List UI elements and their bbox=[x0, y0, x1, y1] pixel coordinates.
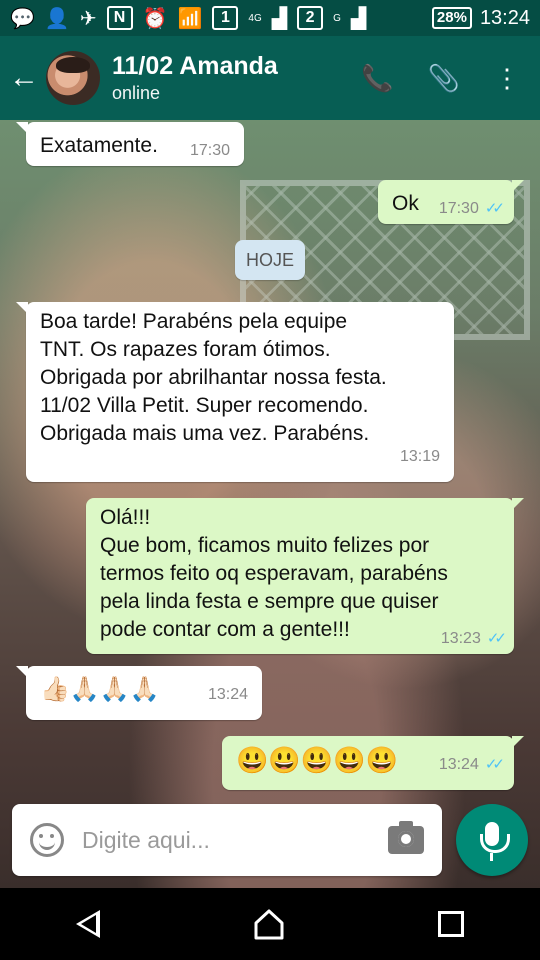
more-vert-icon[interactable]: ⋮ bbox=[494, 63, 520, 94]
camera-icon[interactable] bbox=[388, 821, 424, 854]
message-time: 13:24 bbox=[207, 686, 248, 703]
message-composer bbox=[12, 804, 442, 876]
mic-button[interactable] bbox=[456, 804, 528, 876]
message-text: Boa tarde! Parabéns pela equipe TNT. Os … bbox=[40, 310, 387, 445]
message-time: 17:30 bbox=[189, 142, 230, 159]
message-outgoing[interactable]: 17:30 ✓✓ Ok bbox=[378, 180, 524, 224]
wifi-icon: 📶 bbox=[177, 7, 203, 30]
message-text: Ok bbox=[392, 192, 419, 215]
sim1-network-label: 4G bbox=[248, 12, 262, 24]
clock: 13:24 bbox=[479, 6, 530, 29]
paperclip-icon[interactable]: 📎 bbox=[428, 63, 460, 94]
nav-home-icon[interactable] bbox=[252, 907, 286, 941]
sim1-badge: 1 bbox=[212, 6, 239, 30]
signal-icon-2: ▟ bbox=[350, 7, 367, 30]
message-time: 17:30 bbox=[438, 200, 479, 217]
notification-icons: 💬 👤 ✈ N ⏰ 📶 1 4G ▟ 2 G ▟ bbox=[10, 6, 366, 31]
signal-icon: ▟ bbox=[271, 7, 288, 30]
airplane-icon: ✈ bbox=[79, 7, 97, 30]
sim2-network-label: G bbox=[333, 12, 341, 24]
date-divider: HOJE bbox=[235, 240, 305, 280]
contact-info[interactable]: 11/02 Amanda online bbox=[112, 51, 361, 105]
chat-area[interactable]: 17:30 Exatamente. 17:30 ✓✓ Ok HOJE Boa ta… bbox=[0, 120, 540, 888]
back-arrow-icon[interactable]: ← bbox=[2, 61, 46, 95]
battery-indicator: 28% bbox=[431, 7, 472, 29]
message-input[interactable] bbox=[82, 826, 388, 854]
contact-status: online bbox=[112, 83, 161, 103]
phone-icon[interactable]: 📞 bbox=[361, 63, 393, 94]
message-emoji: 👍🏻🙏🏻🙏🏻🙏🏻 bbox=[40, 676, 160, 703]
add-user-notification-icon: 👤 bbox=[44, 7, 70, 30]
nav-back-icon[interactable] bbox=[76, 910, 100, 938]
status-bar: 💬 👤 ✈ N ⏰ 📶 1 4G ▟ 2 G ▟ 28% 13:24 bbox=[0, 0, 540, 36]
message-time: 13:23 bbox=[440, 630, 481, 647]
nfc-icon: N bbox=[106, 6, 133, 30]
contact-name: 11/02 Amanda bbox=[112, 52, 278, 80]
avatar[interactable] bbox=[46, 51, 100, 105]
message-meta: 13:23 ✓✓ bbox=[440, 630, 507, 648]
message-time: 13:24 bbox=[438, 756, 479, 773]
message-incoming[interactable]: 17:30 Exatamente. bbox=[16, 122, 244, 166]
message-time: 13:19 bbox=[399, 448, 440, 465]
sim2-badge: 2 bbox=[297, 6, 324, 30]
alarm-icon: ⏰ bbox=[142, 7, 168, 30]
message-emoji: 😃😃😃😃😃 bbox=[236, 745, 398, 775]
read-ticks-icon: ✓✓ bbox=[486, 630, 507, 647]
chat-notification-icon: 💬 bbox=[10, 7, 35, 30]
nav-recents-icon[interactable] bbox=[438, 911, 464, 937]
message-text: Exatamente. bbox=[40, 134, 158, 157]
chat-header: ← 11/02 Amanda online 📞 📎 ⋮ bbox=[0, 36, 540, 120]
read-ticks-icon: ✓✓ bbox=[484, 200, 505, 217]
emoji-icon[interactable] bbox=[30, 823, 64, 857]
message-incoming[interactable]: 13:24 👍🏻🙏🏻🙏🏻🙏🏻 bbox=[16, 666, 262, 720]
message-meta: 17:30 ✓✓ bbox=[438, 200, 505, 218]
message-outgoing[interactable]: 13:24 ✓✓ 😃😃😃😃😃 bbox=[222, 736, 524, 790]
message-text: Olá!!! Que bom, ficamos muito felizes po… bbox=[100, 506, 448, 641]
system-nav-bar bbox=[0, 888, 540, 960]
message-meta: 13:24 ✓✓ bbox=[438, 756, 505, 774]
mic-icon bbox=[490, 853, 493, 861]
message-incoming[interactable]: Boa tarde! Parabéns pela equipe TNT. Os … bbox=[16, 302, 454, 482]
read-ticks-icon: ✓✓ bbox=[484, 756, 505, 773]
message-outgoing[interactable]: Olá!!! Que bom, ficamos muito felizes po… bbox=[86, 498, 524, 654]
